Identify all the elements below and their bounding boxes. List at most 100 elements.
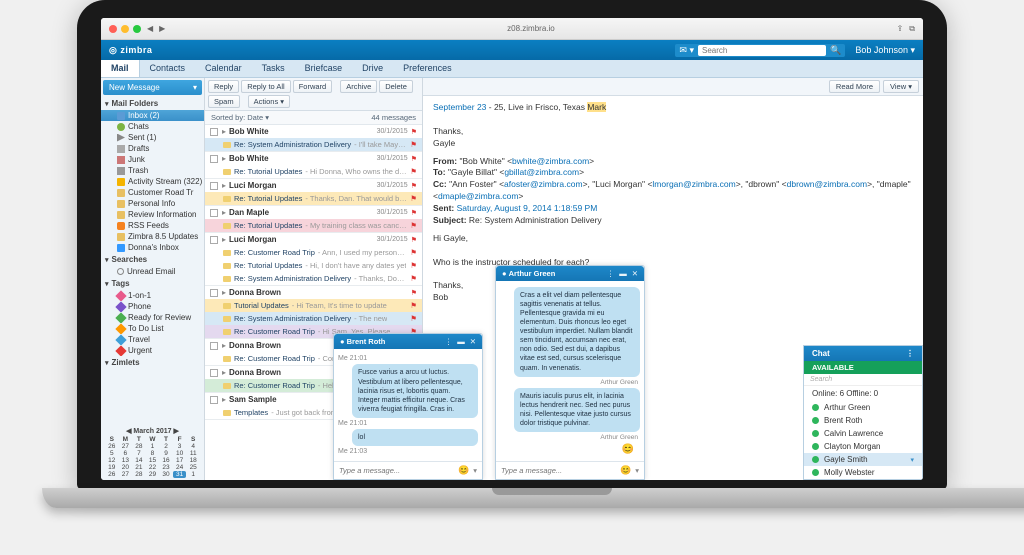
flag-icon[interactable]: ⚑ xyxy=(410,314,417,323)
thread-message[interactable]: Re: Customer Road Trip - Ann, I used my … xyxy=(205,246,422,259)
calendar-day[interactable]: 6 xyxy=(119,450,133,457)
checkbox[interactable] xyxy=(210,369,218,377)
close-icon[interactable]: ✕ xyxy=(470,337,476,346)
folder-item[interactable]: Review Information xyxy=(101,209,204,220)
buddy-item[interactable]: Molly Webster xyxy=(804,466,922,479)
toolbar-replybutton[interactable]: Reply xyxy=(208,80,239,93)
cc-email-link[interactable]: dbrown@zimbra.com xyxy=(787,179,867,189)
calendar-day[interactable]: 20 xyxy=(119,464,133,471)
calendar-day[interactable]: 19 xyxy=(105,464,119,471)
calendar-day[interactable]: 1 xyxy=(186,471,200,478)
tab-contacts[interactable]: Contacts xyxy=(140,60,196,77)
calendar-day[interactable]: 1 xyxy=(146,443,160,450)
read-more-button[interactable]: Read More xyxy=(829,80,880,93)
expand-icon[interactable]: ▸ xyxy=(222,288,226,297)
calendar-day[interactable]: 5 xyxy=(105,450,119,457)
calendar-day[interactable]: 28 xyxy=(132,443,146,450)
checkbox[interactable] xyxy=(210,128,218,136)
thread-header[interactable]: ▸Bob White30/1/2015⚑ xyxy=(205,125,422,138)
toolbar-actions-button[interactable]: Actions ▾ xyxy=(248,95,290,108)
calendar-day[interactable]: 3 xyxy=(173,443,187,450)
calendar-day[interactable]: 14 xyxy=(132,457,146,464)
nav-back-icon[interactable]: ◀ xyxy=(147,24,153,33)
flag-icon[interactable]: ⚑ xyxy=(410,301,417,310)
calendar-day[interactable]: 18 xyxy=(186,457,200,464)
folder-item[interactable]: Inbox (2) xyxy=(101,110,204,121)
flag-icon[interactable]: ⚑ xyxy=(411,209,417,217)
expand-icon[interactable]: ▸ xyxy=(222,208,226,217)
calendar-day[interactable]: 25 xyxy=(186,464,200,471)
thread-message[interactable]: Re: Tutorial Updates - Thanks, Dan. That… xyxy=(205,192,422,205)
thread-message[interactable]: Tutorial Updates - Hi Team, It's time to… xyxy=(205,299,422,312)
minimize-dot[interactable] xyxy=(121,25,129,33)
thread-message[interactable]: Re: Tutorial Updates - Hi Donna, Who own… xyxy=(205,165,422,178)
flag-icon[interactable]: ⚑ xyxy=(411,128,417,136)
calendar-day[interactable]: 27 xyxy=(119,443,133,450)
thread-header[interactable]: ▸Luci Morgan30/1/2015⚑ xyxy=(205,233,422,246)
tab-preferences[interactable]: Preferences xyxy=(393,60,462,77)
close-icon[interactable]: ✕ xyxy=(632,269,638,278)
thread-header[interactable]: ▸Donna Brown⚑ xyxy=(205,286,422,299)
folder-item[interactable]: Junk xyxy=(101,154,204,165)
search-input[interactable] xyxy=(698,45,826,56)
chat-input[interactable] xyxy=(501,466,616,475)
flag-icon[interactable]: ⚑ xyxy=(411,155,417,163)
emoji-icon[interactable]: 😊 xyxy=(620,465,631,476)
buddy-search[interactable]: Search xyxy=(804,374,922,386)
tab-mail[interactable]: Mail xyxy=(101,60,140,77)
folder-item[interactable]: Personal Info xyxy=(101,198,204,209)
share-icon[interactable]: ⇪ xyxy=(897,24,904,34)
flag-icon[interactable]: ⚑ xyxy=(410,248,417,257)
folder-item[interactable]: Zimbra 8.5 Updates xyxy=(101,231,204,242)
buddy-item[interactable]: Gayle Smith▾ xyxy=(804,453,922,466)
close-dot[interactable] xyxy=(109,25,117,33)
toolbar-spambutton[interactable]: Spam xyxy=(208,95,240,108)
calendar-day[interactable]: 28 xyxy=(132,471,146,478)
toolbar-forwardbutton[interactable]: Forward xyxy=(293,80,333,93)
chevron-down-icon[interactable]: ▾ xyxy=(635,466,639,475)
search-scope-icon[interactable]: ✉ ▾ xyxy=(679,45,694,56)
chevron-down-icon[interactable]: ▾ xyxy=(910,456,914,464)
flag-icon[interactable]: ⚑ xyxy=(410,261,417,270)
toolbar-deletebutton[interactable]: Delete xyxy=(379,80,413,93)
tag-item[interactable]: Urgent xyxy=(101,345,204,356)
tab-calendar[interactable]: Calendar xyxy=(195,60,252,77)
thread-message[interactable]: Re: System Administration Delivery - Tha… xyxy=(205,272,422,285)
thread-message[interactable]: Re: System Administration Delivery - The… xyxy=(205,312,422,325)
calendar-day[interactable]: 15 xyxy=(146,457,160,464)
expand-icon[interactable]: ▸ xyxy=(222,368,226,377)
nav-fwd-icon[interactable]: ▶ xyxy=(159,24,165,33)
zimlets-header[interactable]: Zimlets xyxy=(101,356,204,369)
folder-item[interactable]: Trash xyxy=(101,165,204,176)
cc-email-link[interactable]: lmorgan@zimbra.com xyxy=(652,179,735,189)
chat-window-arthur[interactable]: ● Arthur Green ⋮ ▬ ✕ Cras a elit vel dia… xyxy=(495,265,645,480)
calendar-day[interactable]: 17 xyxy=(173,457,187,464)
folders-header[interactable]: Mail Folders xyxy=(101,97,204,110)
tab-drive[interactable]: Drive xyxy=(352,60,393,77)
calendar-day[interactable]: 10 xyxy=(173,450,187,457)
folder-item[interactable]: Sent (1) xyxy=(101,132,204,143)
chat-window-brent[interactable]: ● Brent Roth ⋮ ▬ ✕ Me 21:01 Fusce varius… xyxy=(333,333,483,480)
toolbar-archivebutton[interactable]: Archive xyxy=(340,80,377,93)
zoom-dot[interactable] xyxy=(133,25,141,33)
calendar-day[interactable]: 26 xyxy=(105,471,119,478)
folder-item[interactable]: RSS Feeds xyxy=(101,220,204,231)
tab-briefcase[interactable]: Briefcase xyxy=(295,60,353,77)
search-icon[interactable]: 🔍 xyxy=(830,45,841,56)
sort-label[interactable]: Sorted by: Date ▾ xyxy=(211,113,269,122)
calendar-day[interactable]: 23 xyxy=(159,464,173,471)
to-email-link[interactable]: gbillat@zimbra.com xyxy=(504,167,579,177)
calendar-day[interactable]: 24 xyxy=(173,464,187,471)
checkbox[interactable] xyxy=(210,209,218,217)
buddy-item[interactable]: Clayton Morgan xyxy=(804,440,922,453)
checkbox[interactable] xyxy=(210,342,218,350)
global-search[interactable]: ✉ ▾ 🔍 xyxy=(675,44,845,57)
chat-menu-icon[interactable]: ⋮ xyxy=(445,337,453,346)
expand-icon[interactable]: ▸ xyxy=(222,181,226,190)
thread-header[interactable]: ▸Dan Maple30/1/2015⚑ xyxy=(205,206,422,219)
folder-item[interactable]: Activity Stream (322) xyxy=(101,176,204,187)
checkbox[interactable] xyxy=(210,396,218,404)
tag-item[interactable]: Phone xyxy=(101,301,204,312)
calendar-day[interactable]: 4 xyxy=(186,443,200,450)
tab-tasks[interactable]: Tasks xyxy=(252,60,295,77)
